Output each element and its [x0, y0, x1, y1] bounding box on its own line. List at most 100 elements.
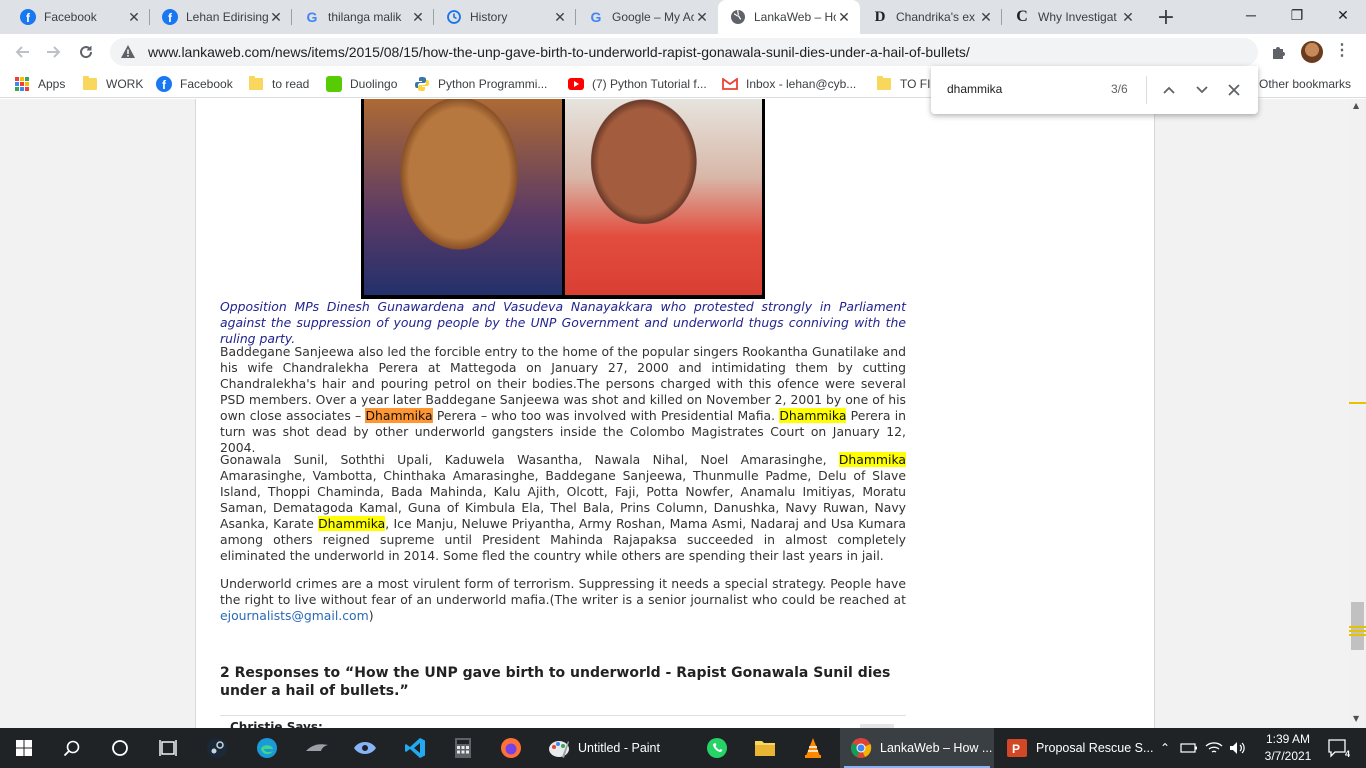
system-clock[interactable]: 1:39 AM 3/7/2021	[1256, 731, 1320, 765]
tab-thilanga[interactable]: G thilanga malik ✕	[292, 0, 434, 34]
search-highlight-current: Dhammika	[365, 408, 433, 423]
bookmark-work[interactable]: WORK	[82, 75, 143, 93]
tab-chandrika[interactable]: D Chandrika's ex ✕	[860, 0, 1002, 34]
extensions-puzzle-icon[interactable]	[1270, 43, 1288, 61]
restore-button[interactable]: ❐	[1274, 0, 1320, 30]
wifi-icon[interactable]	[1202, 728, 1226, 768]
scroll-down-arrow-icon[interactable]: ▼	[1353, 714, 1359, 723]
back-button[interactable]	[8, 38, 36, 66]
tab-strip: f Facebook ✕ f Lehan Edirisinghe ✕ G thi…	[0, 0, 1366, 34]
facebook-icon: f	[156, 76, 172, 92]
taskbar-paint[interactable]: Untitled - Paint	[538, 728, 692, 768]
taskbar-app-label: Untitled - Paint	[578, 741, 660, 755]
facebook-icon: f	[20, 9, 36, 25]
bookmark-duolingo[interactable]: Duolingo	[326, 75, 397, 93]
find-marker	[1349, 626, 1366, 628]
chrome-menu-icon[interactable]: ⋮	[1334, 40, 1350, 62]
bookmark-apps[interactable]: Apps	[14, 75, 65, 93]
bookmark-to-read[interactable]: to read	[248, 75, 309, 93]
shark-app-icon[interactable]	[294, 728, 340, 768]
bookmark-facebook[interactable]: f Facebook	[156, 75, 233, 93]
d-icon: D	[874, 8, 886, 25]
find-marker	[1349, 402, 1366, 404]
bookmark-python-tutorial[interactable]: (7) Python Tutorial f...	[568, 75, 707, 93]
find-next-button[interactable]	[1190, 78, 1214, 102]
article-paragraph-3: Underworld crimes are a most virulent fo…	[220, 576, 906, 623]
bookmark-label: (7) Python Tutorial f...	[592, 77, 707, 91]
article-paragraph-2: Gonawala Sunil, Soththi Upali, Kaduwela …	[220, 452, 906, 563]
reload-icon	[80, 46, 93, 59]
comment-item: Christie Says:	[220, 715, 906, 728]
tab-google-activity[interactable]: G Google – My Activity ✕	[576, 0, 718, 34]
new-tab-button[interactable]: +	[1152, 3, 1180, 31]
bookmark-label: Inbox - lehan@cyb...	[746, 77, 857, 91]
eye-app-icon[interactable]	[342, 728, 388, 768]
bookmark-label: WORK	[106, 77, 144, 91]
powerpoint-icon: P	[1006, 737, 1028, 759]
tab-history[interactable]: History ✕	[434, 0, 576, 34]
tab-close-icon[interactable]: ✕	[268, 9, 284, 25]
bookmark-to-fi[interactable]: TO FI	[876, 75, 930, 93]
tab-close-icon[interactable]: ✕	[1120, 9, 1136, 25]
scroll-up-arrow-icon[interactable]: ▲	[1353, 101, 1359, 110]
reload-button[interactable]	[72, 38, 100, 66]
cortana-icon[interactable]	[96, 728, 144, 768]
forward-button[interactable]	[40, 38, 68, 66]
close-icon	[1228, 84, 1240, 96]
tab-label: Why Investigat	[1038, 10, 1117, 24]
battery-icon[interactable]	[1178, 728, 1200, 768]
bookmark-python-programming[interactable]: Python Programmi...	[414, 75, 547, 93]
python-icon	[414, 76, 430, 92]
taskbar-chrome-lankaweb[interactable]: LankaWeb – How ...	[840, 728, 994, 768]
find-previous-button[interactable]	[1157, 78, 1181, 102]
file-explorer-icon[interactable]	[742, 728, 788, 768]
not-secure-warning-icon[interactable]	[120, 44, 136, 60]
tab-why-investigate[interactable]: C Why Investigat ✕	[1002, 0, 1144, 34]
taskbar-powerpoint[interactable]: P Proposal Rescue S...	[996, 728, 1153, 768]
find-marker	[1349, 630, 1366, 632]
volume-icon[interactable]	[1226, 728, 1250, 768]
whatsapp-icon[interactable]	[694, 728, 740, 768]
tab-close-icon[interactable]: ✕	[978, 9, 994, 25]
svg-text:P: P	[1012, 742, 1020, 756]
bookmark-inbox[interactable]: Inbox - lehan@cyb...	[722, 75, 856, 93]
calculator-icon[interactable]	[440, 728, 486, 768]
notifications-icon[interactable]: 4	[1320, 728, 1356, 768]
steam-icon[interactable]	[194, 728, 240, 768]
forward-arrow-icon	[47, 46, 61, 58]
find-input[interactable]: dhammika	[947, 82, 1002, 96]
page-scrollbar[interactable]: ▲ ▼	[1349, 99, 1366, 728]
article-paragraph-1: Baddegane Sanjeewa also led the forcible…	[220, 344, 906, 455]
chrome-icon	[850, 737, 872, 759]
edge-browser-icon[interactable]	[244, 728, 290, 768]
profile-avatar[interactable]	[1301, 41, 1323, 63]
youtube-icon	[568, 76, 584, 92]
email-link[interactable]: ejournalists@gmail.com	[220, 608, 369, 623]
tab-lehan[interactable]: f Lehan Edirisinghe ✕	[150, 0, 292, 34]
tab-label: Google – My Activity	[612, 10, 694, 24]
bookmark-label: Python Programmi...	[438, 77, 548, 91]
photo-right-portrait	[564, 99, 762, 295]
tab-label: History	[470, 10, 508, 24]
search-icon[interactable]	[48, 728, 96, 768]
close-window-button[interactable]: ✕	[1320, 0, 1366, 30]
bookmark-other[interactable]: Other bookmarks	[1259, 75, 1351, 93]
task-view-icon[interactable]	[144, 728, 192, 768]
vscode-icon[interactable]	[392, 728, 438, 768]
tab-close-icon[interactable]: ✕	[694, 9, 710, 25]
windows-start-icon[interactable]	[0, 728, 48, 768]
tab-close-icon[interactable]: ✕	[126, 9, 142, 25]
vlc-icon[interactable]	[790, 728, 836, 768]
tab-close-icon[interactable]: ✕	[410, 9, 426, 25]
chevron-down-icon	[1196, 86, 1208, 94]
tab-lankaweb[interactable]: LankaWeb – How the UNP ✕	[718, 0, 860, 34]
firefox-icon[interactable]	[488, 728, 534, 768]
minimize-button[interactable]: ─	[1228, 0, 1274, 30]
address-bar[interactable]: www.lankaweb.com/news/items/2015/08/15/h…	[110, 38, 1258, 66]
show-hidden-icons-chevron-icon[interactable]: ⌃	[1154, 728, 1176, 768]
tab-close-icon[interactable]: ✕	[836, 9, 852, 25]
paint-icon	[548, 737, 570, 759]
tab-close-icon[interactable]: ✕	[552, 9, 568, 25]
find-close-button[interactable]	[1222, 78, 1246, 102]
tab-facebook[interactable]: f Facebook ✕	[8, 0, 150, 34]
